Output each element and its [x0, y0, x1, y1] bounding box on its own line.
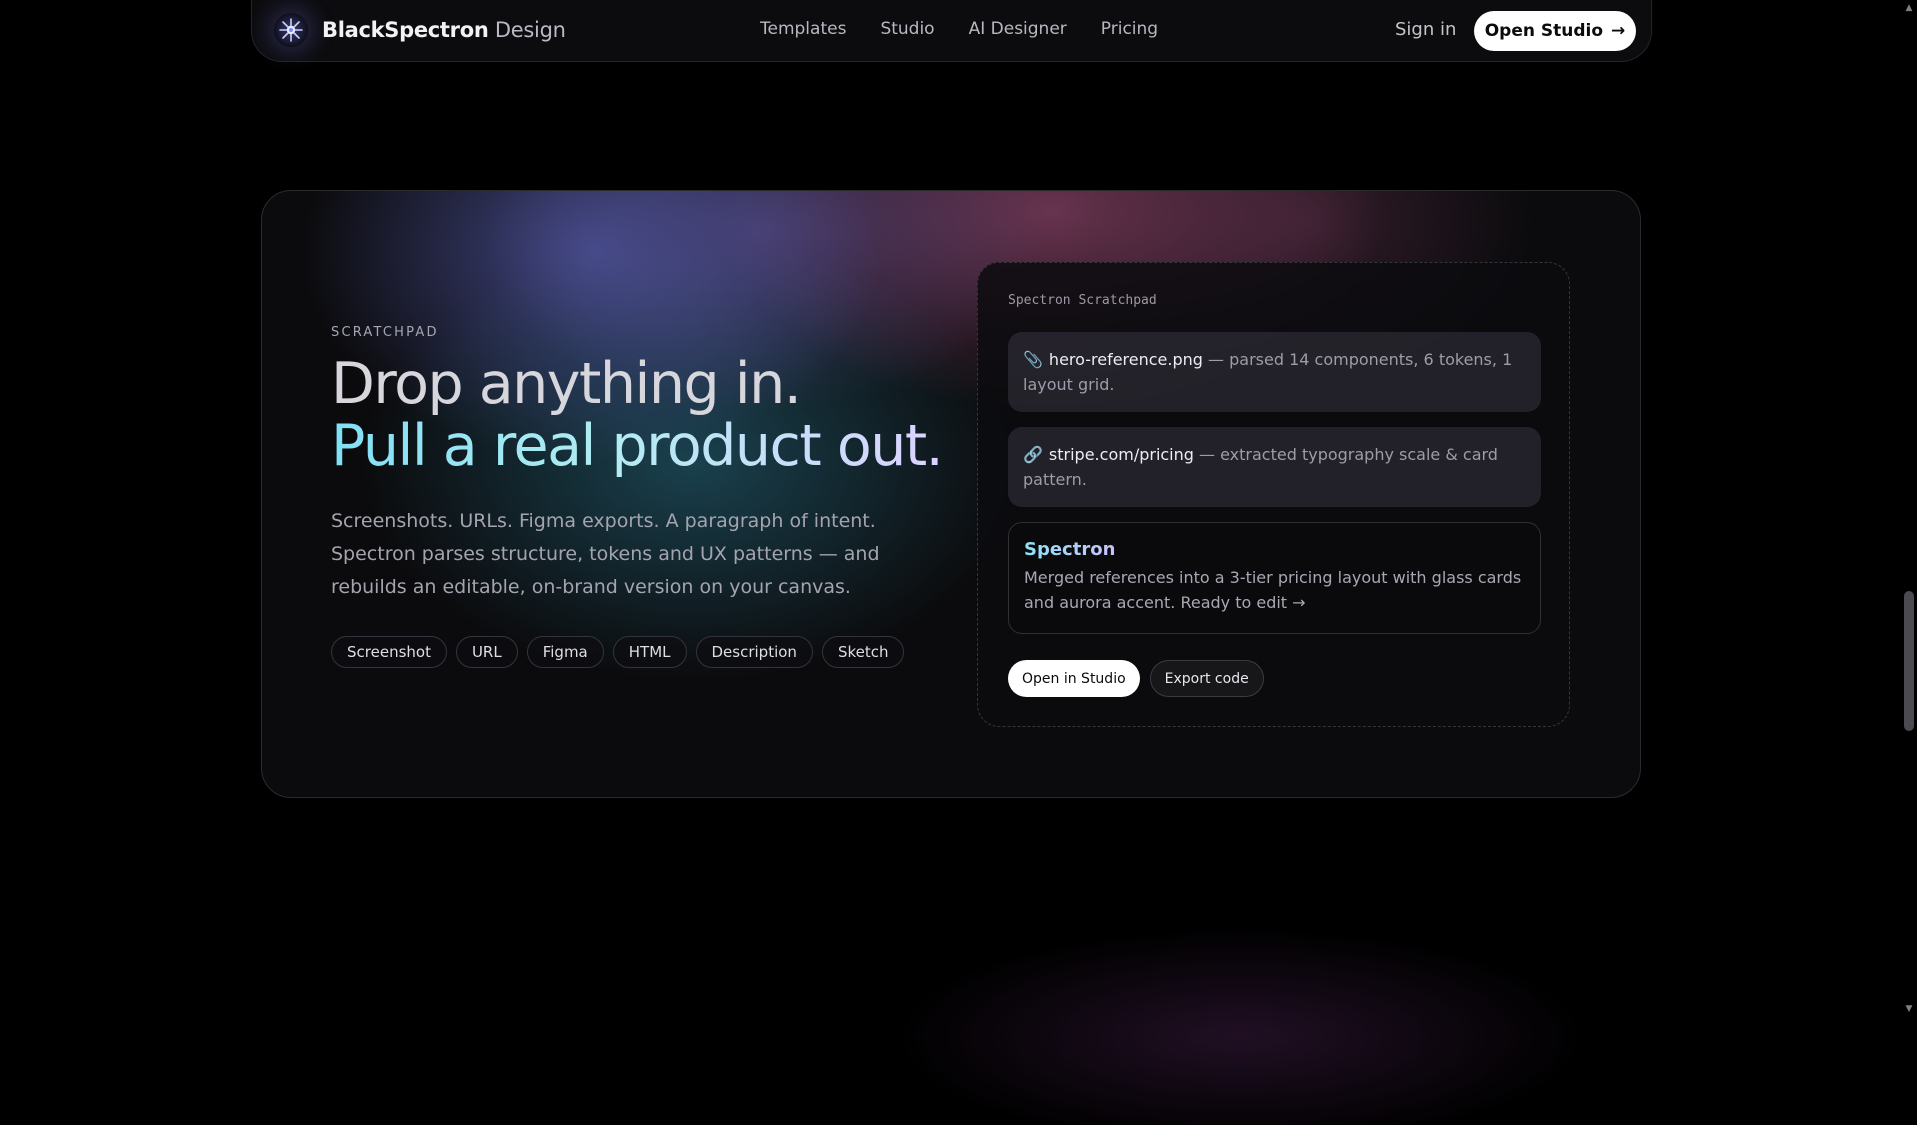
open-in-studio-button[interactable]: Open in Studio — [1008, 660, 1140, 697]
open-studio-label: Open Studio — [1484, 21, 1604, 41]
section-eyebrow: SCRATCHPAD — [331, 325, 439, 340]
scratchpad-actions: Open in Studio Export code — [1008, 660, 1264, 697]
brand-home-link[interactable]: BlackSpectron Design — [274, 13, 566, 47]
input-type-chips: Screenshot URL Figma HTML Description Sk… — [331, 636, 905, 668]
chip-html[interactable]: HTML — [612, 636, 687, 668]
export-code-button[interactable]: Export code — [1149, 660, 1264, 697]
scroll-down-arrow-icon[interactable]: ▼ — [1904, 1003, 1914, 1015]
scratchpad-panel: Spectron Scratchpad 📎 hero-reference.png … — [977, 262, 1570, 727]
paperclip-icon: 📎 — [1023, 350, 1043, 369]
scratchpad-hero-card: SCRATCHPAD Drop anything in. Pull a real… — [261, 190, 1641, 798]
scrollbar-thumb[interactable] — [1904, 591, 1914, 731]
page-scrollbar[interactable]: ▲ ▼ — [1901, 0, 1917, 1017]
brand-suffix: Design — [494, 18, 566, 42]
chip-description[interactable]: Description — [695, 636, 813, 668]
headline-line-2: Pull a real product out. — [331, 413, 944, 479]
brand-name: BlackSpectron — [322, 18, 489, 42]
reference-item[interactable]: 📎 hero-reference.png — parsed 14 componen… — [1008, 332, 1541, 412]
link-icon: 🔗 — [1023, 445, 1043, 464]
reply-author: Spectron — [1024, 539, 1116, 560]
chip-screenshot[interactable]: Screenshot — [331, 636, 447, 668]
reference-name: hero-reference.png — [1048, 350, 1203, 369]
arrow-right-icon: → — [1611, 21, 1626, 41]
chip-sketch[interactable]: Sketch — [821, 636, 905, 668]
spectron-star-logo-icon — [274, 13, 308, 47]
reply-message: Merged references into a 3-tier pricing … — [1024, 568, 1522, 612]
scroll-up-arrow-icon[interactable]: ▲ — [1904, 2, 1914, 14]
nav-link-studio[interactable]: Studio — [880, 19, 934, 39]
nav-link-ai-designer[interactable]: AI Designer — [969, 19, 1067, 39]
bottom-aurora-glow — [890, 905, 1590, 1125]
open-studio-button[interactable]: Open Studio → — [1474, 11, 1636, 51]
nav-link-pricing[interactable]: Pricing — [1101, 19, 1158, 39]
top-navigation: BlackSpectron Design Templates Studio AI… — [251, 0, 1652, 62]
nav-link-templates[interactable]: Templates — [760, 19, 846, 39]
hero-description: Screenshots. URLs. Figma exports. A para… — [331, 510, 880, 598]
sign-in-link[interactable]: Sign in — [1395, 19, 1456, 40]
brand-wordmark: BlackSpectron Design — [322, 18, 566, 42]
reference-item[interactable]: 🔗 stripe.com/pricing — extracted typograp… — [1008, 427, 1541, 507]
scratchpad-title: Spectron Scratchpad — [1008, 293, 1157, 308]
chip-url[interactable]: URL — [455, 636, 518, 668]
chip-figma[interactable]: Figma — [526, 636, 604, 668]
headline-line-1: Drop anything in. — [331, 351, 802, 417]
hero-headline: Drop anything in. Pull a real product ou… — [331, 351, 944, 479]
reference-name: stripe.com/pricing — [1048, 445, 1194, 464]
nav-links: Templates Studio AI Designer Pricing — [760, 19, 1158, 39]
spectron-reply-card: Spectron Merged references into a 3-tier… — [1008, 522, 1541, 634]
